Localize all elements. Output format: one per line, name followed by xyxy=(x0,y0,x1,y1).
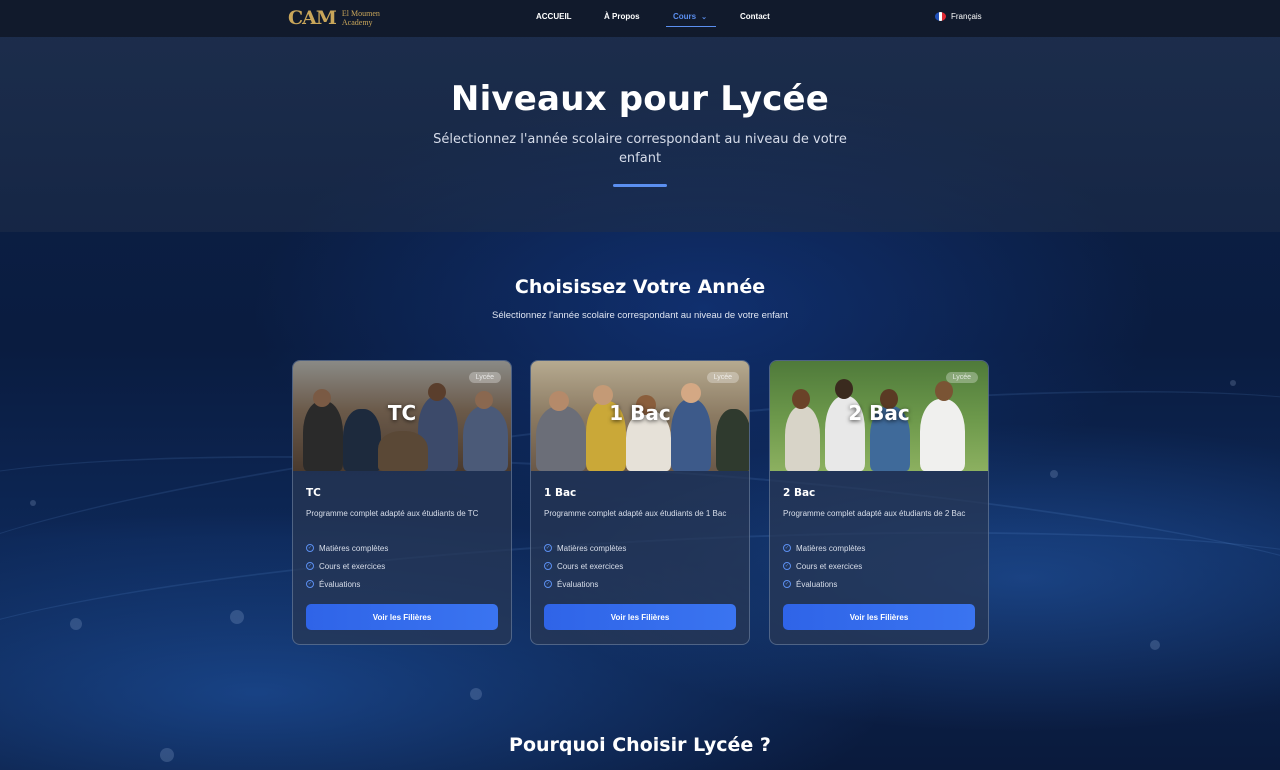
card-title: TC xyxy=(306,487,321,499)
card-feature: ✓ Évaluations xyxy=(544,578,736,590)
card-feature: ✓ Cours et exercices xyxy=(544,560,736,572)
background-bokeh xyxy=(1050,470,1058,478)
background-bokeh xyxy=(230,610,244,624)
card-feature: ✓ Évaluations xyxy=(306,578,498,590)
card-feature: ✓ Cours et exercices xyxy=(783,560,975,572)
hero-subtitle: Sélectionnez l'année scolaire correspond… xyxy=(433,132,847,166)
check-circle-icon: ✓ xyxy=(306,580,314,588)
check-circle-icon: ✓ xyxy=(783,562,791,570)
level-card-tc[interactable]: Lycée TC TC Programme complet adapté aux… xyxy=(292,360,512,645)
card-overlay-title: TC xyxy=(387,401,417,425)
page-title: Niveaux pour Lycée xyxy=(450,79,830,119)
level-card-2-bac[interactable]: Lycée 2 Bac 2 Bac Programme complet adap… xyxy=(769,360,989,645)
section-title: Choisissez Votre Année xyxy=(514,276,766,298)
nav-link-cours-label: Cours xyxy=(673,12,697,21)
card-title: 2 Bac xyxy=(783,487,816,499)
card-scene-figure xyxy=(378,431,428,471)
card-body: 1 Bac Programme complet adapté aux étudi… xyxy=(531,471,749,590)
card-scene-figure-head xyxy=(835,379,853,399)
top-navbar: CAM El Moumen Academy ACCUEIL À Propos C… xyxy=(0,0,1280,37)
why-choose-title: Pourquoi Choisir Lycée ? xyxy=(509,734,771,756)
background-bokeh xyxy=(470,688,482,700)
language-label: Français xyxy=(951,12,982,21)
voir-filieres-button-tc[interactable]: Voir les Filières xyxy=(306,604,498,630)
card-badge: Lycée xyxy=(706,372,739,383)
check-circle-icon: ✓ xyxy=(783,544,791,552)
background-bokeh xyxy=(1150,640,1160,650)
card-overlay-title: 1 Bac xyxy=(609,401,671,425)
background-bokeh xyxy=(30,500,36,506)
card-image-classroom: Lycée 1 Bac xyxy=(531,361,749,471)
card-scene-figure-head xyxy=(428,383,446,401)
card-feature-label: Matières complètes xyxy=(557,543,627,553)
card-feature-label: Cours et exercices xyxy=(557,561,624,571)
card-badge: Lycée xyxy=(945,372,978,383)
voir-filieres-button-1-bac[interactable]: Voir les Filières xyxy=(544,604,736,630)
card-feature-label: Matières complètes xyxy=(796,543,866,553)
check-circle-icon: ✓ xyxy=(544,562,552,570)
card-feature-label: Cours et exercices xyxy=(319,561,386,571)
card-scene-figure-head xyxy=(935,381,953,401)
background-bokeh xyxy=(70,618,82,630)
check-circle-icon: ✓ xyxy=(783,580,791,588)
card-badge: Lycée xyxy=(468,372,501,383)
card-feature: ✓ Cours et exercices xyxy=(306,560,498,572)
nav-link-a-propos[interactable]: À Propos xyxy=(604,12,640,21)
language-selector[interactable]: Français xyxy=(935,12,982,21)
check-circle-icon: ✓ xyxy=(544,544,552,552)
card-image-students-outdoor: Lycée 2 Bac xyxy=(770,361,988,471)
check-circle-icon: ✓ xyxy=(306,562,314,570)
card-scene-figure-head xyxy=(681,383,701,403)
card-feature-label: Évaluations xyxy=(557,579,599,589)
chevron-down-icon: ⌄ xyxy=(701,14,707,21)
card-feature-label: Matières complètes xyxy=(319,543,389,553)
card-feature: ✓ Évaluations xyxy=(783,578,975,590)
card-feature: ✓ Matières complètes xyxy=(783,542,975,554)
card-feature-label: Évaluations xyxy=(796,579,838,589)
card-feature: ✓ Matières complètes xyxy=(306,542,498,554)
card-description: Programme complet adapté aux étudiants d… xyxy=(783,509,966,518)
voir-filieres-button-2-bac[interactable]: Voir les Filières xyxy=(783,604,975,630)
section-subtitle: Sélectionnez l'année scolaire correspond… xyxy=(492,310,788,321)
hero-accent-line xyxy=(613,184,667,187)
nav-link-cours[interactable]: Cours ⌄ xyxy=(673,12,707,21)
card-feature-label: Cours et exercices xyxy=(796,561,863,571)
level-card-1-bac[interactable]: Lycée 1 Bac 1 Bac Programme complet adap… xyxy=(530,360,750,645)
card-image-classroom: Lycée TC xyxy=(293,361,511,471)
france-flag-icon xyxy=(935,12,946,21)
background-bokeh xyxy=(1230,380,1236,386)
card-description: Programme complet adapté aux étudiants d… xyxy=(306,509,479,518)
nav-link-accueil[interactable]: ACCUEIL xyxy=(536,12,572,21)
nav-links: ACCUEIL À Propos Cours ⌄ Contact xyxy=(0,0,1280,37)
nav-link-contact[interactable]: Contact xyxy=(740,12,770,21)
card-title: 1 Bac xyxy=(544,487,577,499)
card-overlay-title: 2 Bac xyxy=(848,401,910,425)
check-circle-icon: ✓ xyxy=(544,580,552,588)
check-circle-icon: ✓ xyxy=(306,544,314,552)
card-body: TC Programme complet adapté aux étudiant… xyxy=(293,471,511,590)
card-feature-label: Évaluations xyxy=(319,579,361,589)
card-body: 2 Bac Programme complet adapté aux étudi… xyxy=(770,471,988,590)
nav-active-underline xyxy=(666,26,716,27)
card-feature: ✓ Matières complètes xyxy=(544,542,736,554)
card-description: Programme complet adapté aux étudiants d… xyxy=(544,509,727,518)
hero-banner: Niveaux pour Lycée Sélectionnez l'année … xyxy=(0,37,1280,232)
